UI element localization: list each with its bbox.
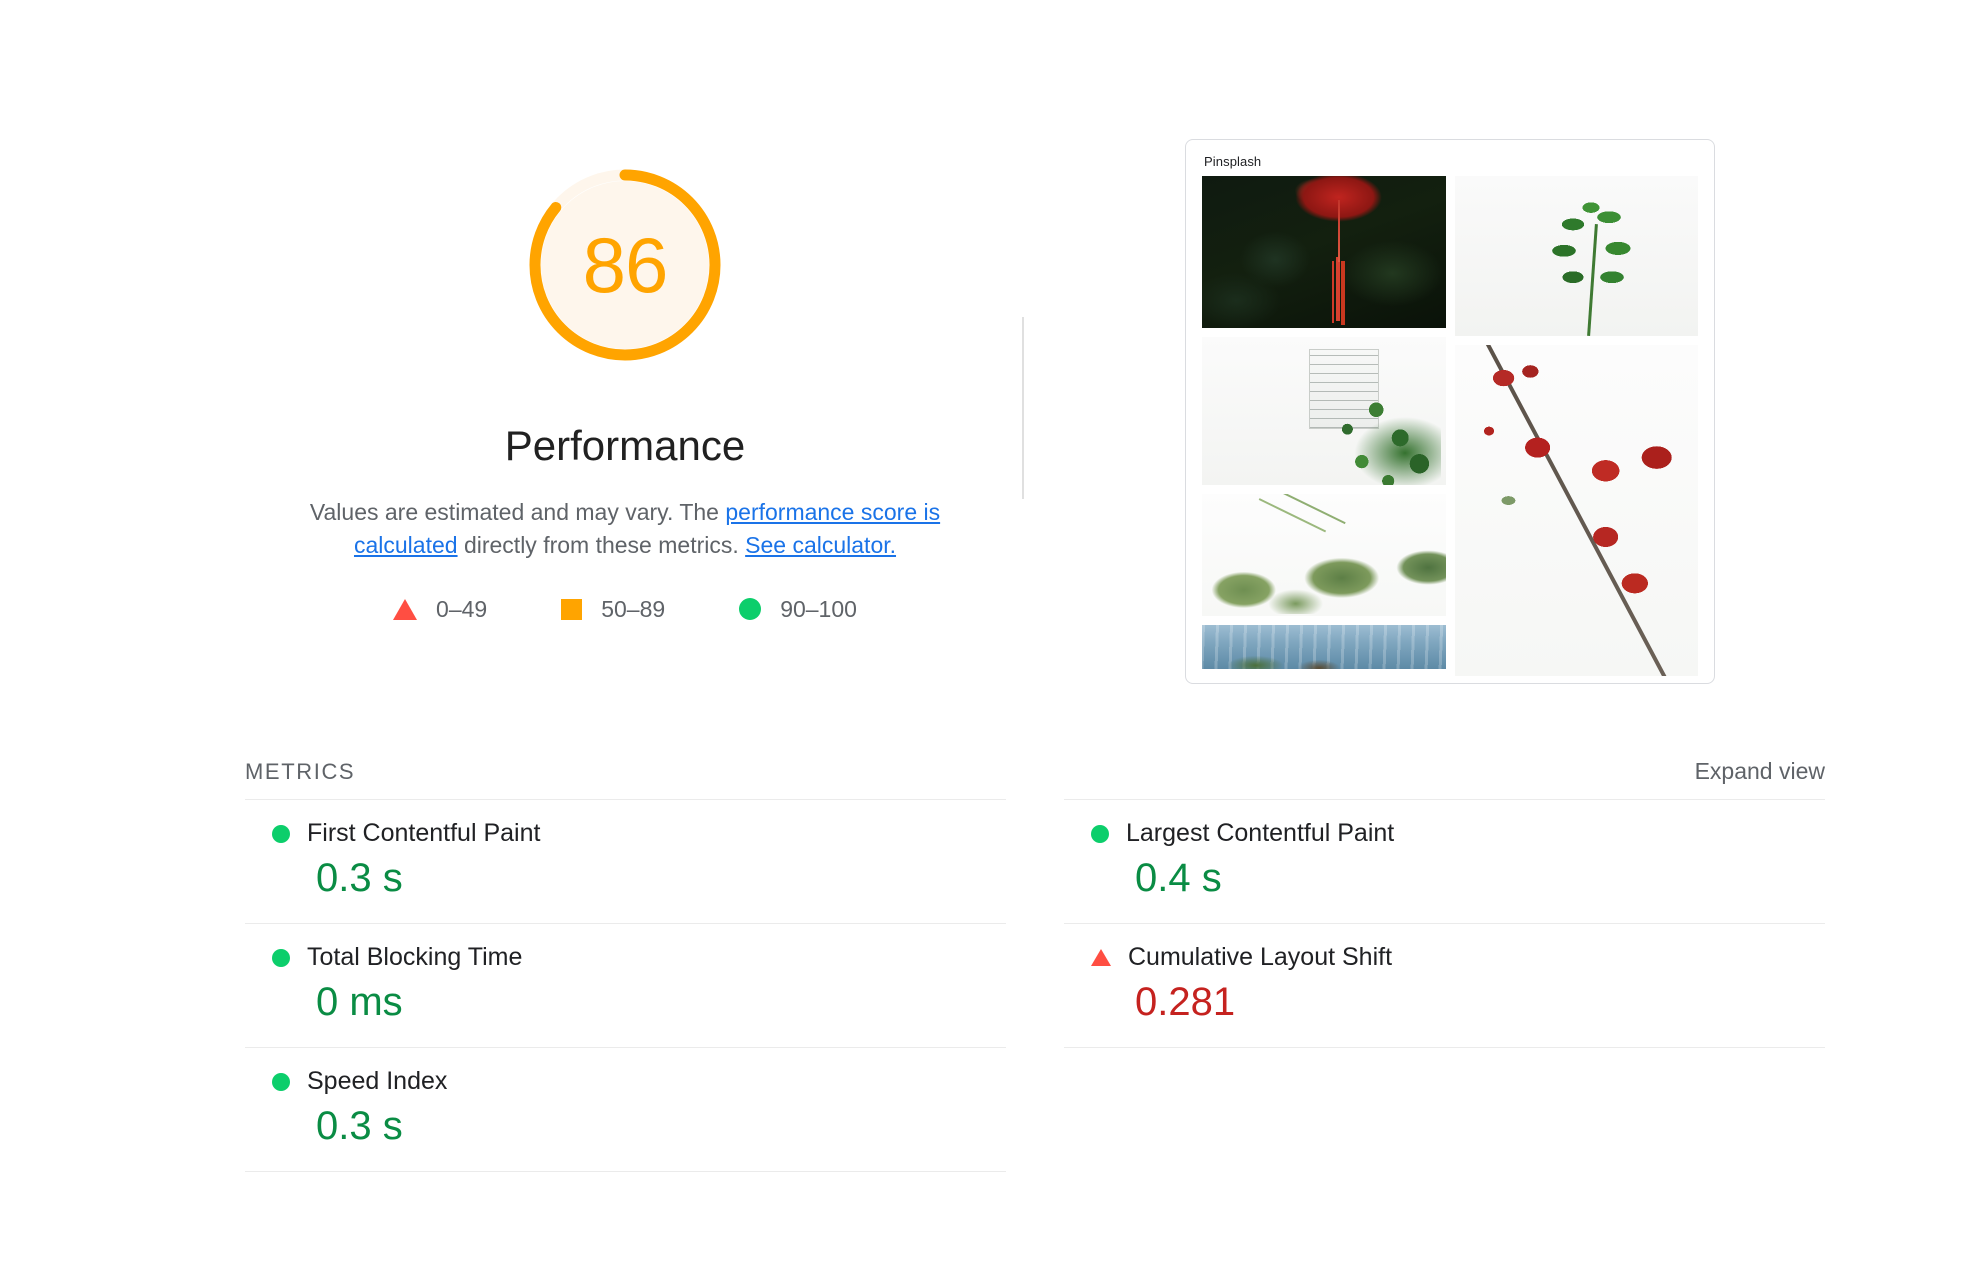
metric-row[interactable]: Cumulative Layout Shift 0.281 — [1064, 923, 1825, 1048]
screenshot-grid-column-right — [1454, 176, 1698, 676]
metric-name: Largest Contentful Paint — [1126, 819, 1395, 847]
legend-label-average: 50–89 — [601, 595, 666, 622]
red-blossom-branch-photo — [1454, 345, 1698, 676]
metric-head: Largest Contentful Paint — [1064, 819, 1825, 848]
metric-name: Cumulative Layout Shift — [1128, 943, 1393, 971]
screenshot-grid-column-left — [1202, 176, 1446, 676]
gauge-score-value: 86 — [582, 221, 669, 309]
final-screenshot-card[interactable]: Pinsplash — [1185, 139, 1715, 684]
circle-pass-icon — [272, 824, 290, 843]
expand-view-toggle[interactable]: Expand view — [1695, 758, 1825, 785]
metric-name: First Contentful Paint — [307, 819, 541, 847]
screenshot-photo-grid — [1202, 176, 1698, 676]
mountain-photo — [1202, 625, 1446, 669]
metrics-header: METRICS Expand view — [245, 758, 1825, 799]
metric-value: 0.3 s — [316, 1104, 403, 1148]
metric-name: Speed Index — [307, 1067, 448, 1095]
circle-pass-icon — [739, 598, 762, 621]
metric-row[interactable]: Speed Index 0.3 s — [245, 1047, 1006, 1172]
metric-value: 0.3 s — [316, 856, 403, 900]
ivy-wall-photo — [1202, 337, 1446, 485]
legend-item-fail: 0–49 — [393, 596, 487, 623]
report-top-area: 86 Performance Values are estimated and … — [0, 0, 1970, 745]
category-title: Performance — [504, 422, 746, 469]
score-legend: 0–49 50–89 90–100 — [245, 596, 1005, 623]
metrics-section-title: METRICS — [245, 759, 356, 784]
square-average-icon — [561, 598, 583, 620]
metric-row[interactable]: First Contentful Paint 0.3 s — [245, 799, 1006, 923]
lighthouse-performance-report: 86 Performance Values are estimated and … — [0, 0, 1970, 1266]
ginkgo-leaves-photo — [1202, 494, 1446, 616]
triangle-fail-icon — [393, 598, 418, 620]
circle-pass-icon — [272, 1072, 290, 1091]
gauge-description: Values are estimated and may vary. The p… — [305, 496, 945, 561]
legend-item-pass: 90–100 — [739, 596, 857, 623]
triangle-fail-icon — [1091, 949, 1111, 966]
legend-label-pass: 90–100 — [780, 595, 857, 622]
performance-gauge-block: 86 Performance Values are estimated and … — [245, 150, 1005, 623]
see-calculator-link[interactable]: See calculator. — [745, 532, 896, 558]
metric-head: Speed Index — [245, 1067, 1006, 1096]
screenshot-site-brand: Pinsplash — [1204, 154, 1262, 169]
metric-value: 0 ms — [316, 980, 403, 1024]
green-sprig-photo — [1454, 176, 1698, 336]
metric-row[interactable]: Largest Contentful Paint 0.4 s — [1064, 799, 1825, 923]
metrics-column-right: Largest Contentful Paint 0.4 s Cumulativ… — [1064, 799, 1825, 1172]
metric-head: First Contentful Paint — [245, 819, 1006, 848]
description-lead-text: Values are estimated and may vary. The — [309, 499, 726, 526]
metric-name: Total Blocking Time — [307, 943, 523, 971]
description-middle-text: directly from these metrics. — [457, 531, 746, 558]
circle-pass-icon — [1091, 824, 1109, 843]
metric-row[interactable]: Total Blocking Time 0 ms — [245, 923, 1006, 1047]
column-divider — [1022, 317, 1024, 499]
legend-item-average: 50–89 — [561, 596, 665, 623]
metrics-columns: First Contentful Paint 0.3 s Total Block… — [245, 799, 1825, 1172]
hibiscus-photo — [1202, 176, 1446, 328]
legend-label-fail: 0–49 — [436, 595, 488, 622]
circle-pass-icon — [272, 948, 290, 967]
metrics-section: METRICS Expand view First Contentful Pai… — [245, 758, 1825, 1172]
metric-value: 0.4 s — [1135, 856, 1222, 900]
metric-value: 0.281 — [1135, 980, 1236, 1024]
score-gauge[interactable]: 86 — [510, 150, 740, 380]
metric-head: Cumulative Layout Shift — [1064, 943, 1825, 972]
metrics-column-left: First Contentful Paint 0.3 s Total Block… — [245, 799, 1006, 1172]
metric-head: Total Blocking Time — [245, 943, 1006, 972]
